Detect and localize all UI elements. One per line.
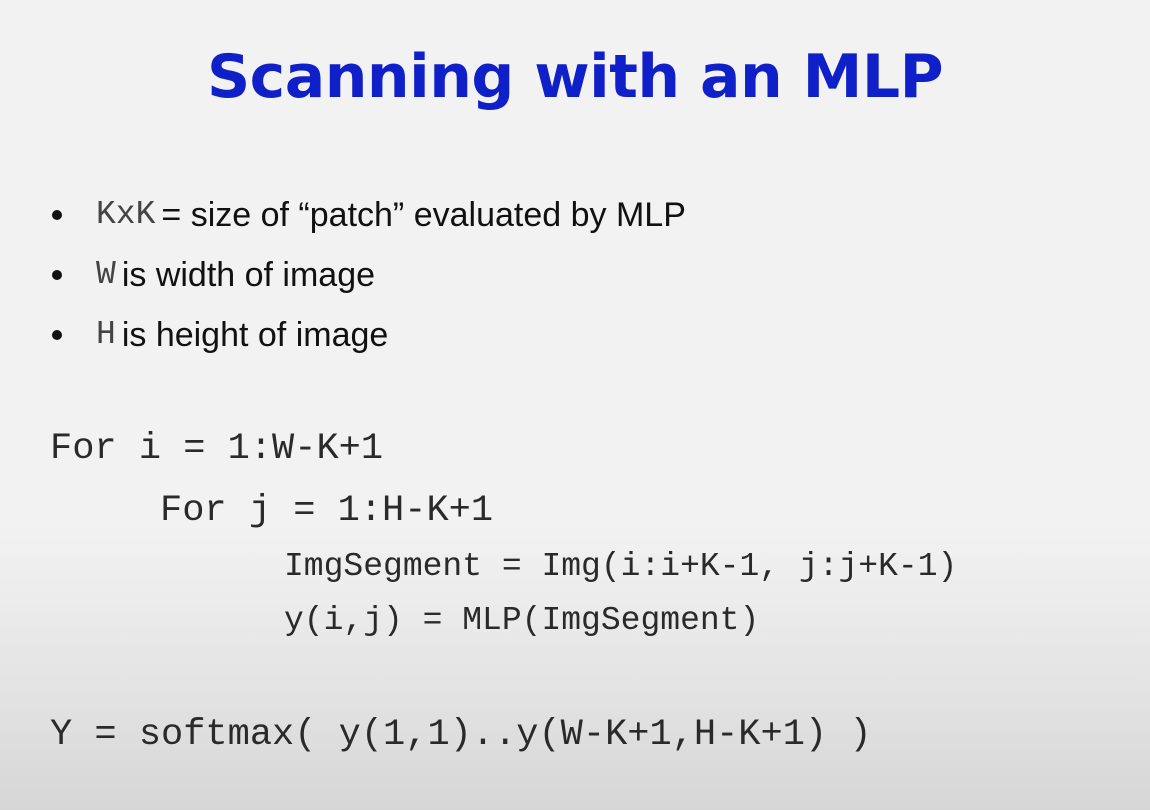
bullet-code: W: [96, 256, 116, 293]
bullet-list: KxK = size of “patch” evaluated by MLP W…: [50, 185, 686, 365]
code-line-img-segment: ImgSegment = Img(i:i+K-1, j:j+K-1): [284, 548, 958, 585]
slide-title: Scanning with an MLP: [206, 42, 944, 112]
bullet-text: is width of image: [121, 256, 376, 294]
bullet-text: is height of image: [121, 316, 389, 354]
bullet-code: KxK: [96, 196, 156, 233]
bullet-dot-icon: [52, 210, 62, 220]
bullet-item: H is height of image: [50, 305, 686, 365]
bullet-code: H: [96, 316, 116, 353]
code-line-inner-loop: For j = 1:H-K+1: [160, 490, 494, 532]
bullet-text: = size of “patch” evaluated by MLP: [161, 196, 686, 234]
code-line-outer-loop: For i = 1:W-K+1: [50, 428, 384, 470]
bullet-dot-icon: [52, 270, 62, 280]
code-line-softmax: Y = softmax( y(1,1)..y(W-K+1,H-K+1) ): [50, 714, 872, 756]
code-line-mlp-call: y(i,j) = MLP(ImgSegment): [284, 602, 760, 639]
bullet-dot-icon: [52, 330, 62, 340]
slide: Scanning with an MLP KxK = size of “patc…: [0, 0, 1150, 810]
bullet-item: KxK = size of “patch” evaluated by MLP: [50, 185, 686, 245]
bullet-item: W is width of image: [50, 245, 686, 305]
